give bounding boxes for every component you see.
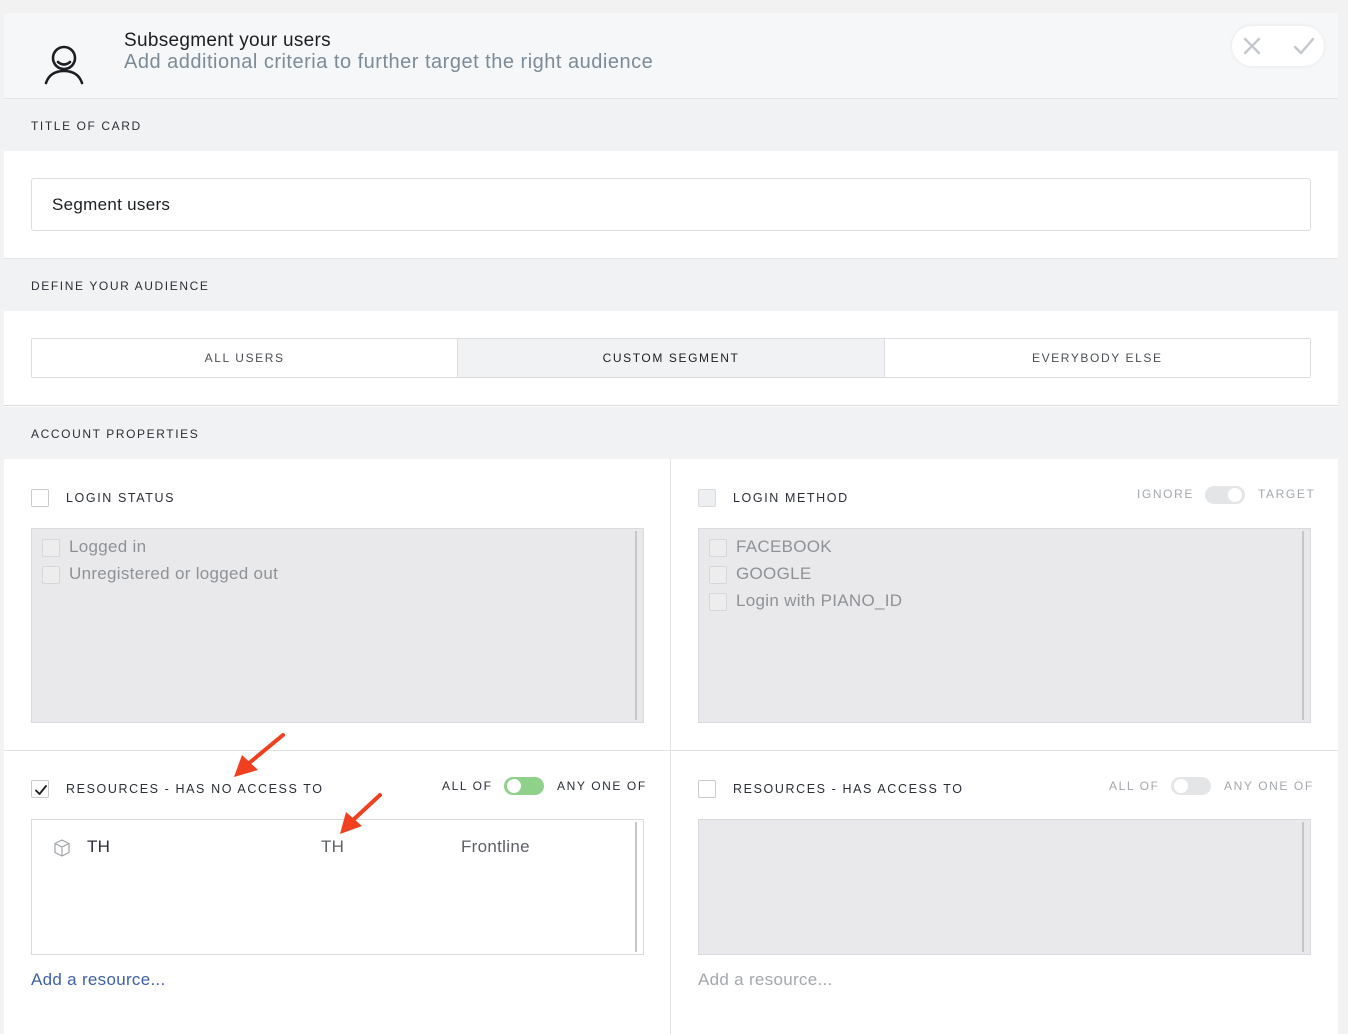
logged-in-checkbox[interactable]: [42, 539, 60, 557]
resources-no-access-list: TH TH Frontline: [31, 819, 644, 955]
annotation-arrow-icon: [340, 793, 382, 834]
resources-no-access-label: RESOURCES - HAS NO ACCESS TO: [66, 782, 324, 796]
all-of-label: ALL OF: [1109, 779, 1160, 793]
facebook-checkbox[interactable]: [709, 539, 727, 557]
subsegment-card: Subsegment your users Add additional cri…: [4, 13, 1338, 1034]
piano-id-option: Login with PIANO_ID: [736, 591, 903, 610]
all-of-any-toggle[interactable]: [504, 777, 544, 795]
login-method-checkbox[interactable]: [698, 489, 716, 507]
card-header: Subsegment your users Add additional cri…: [4, 13, 1338, 99]
divider: [4, 405, 1338, 406]
section-label: DEFINE YOUR AUDIENCE: [31, 279, 210, 293]
login-method-list: FACEBOOK GOOGLE Login with PIANO_ID: [698, 528, 1311, 723]
section-title-of-card: TITLE OF CARD: [4, 99, 1338, 151]
resources-no-access-checkbox[interactable]: [31, 780, 49, 798]
login-status-list: Logged in Unregistered or logged out: [31, 528, 644, 723]
section-define-audience: DEFINE YOUR AUDIENCE: [4, 259, 1338, 311]
all-of-label: ALL OF: [442, 779, 493, 793]
unregistered-checkbox[interactable]: [42, 566, 60, 584]
google-option: GOOGLE: [736, 564, 812, 583]
column-divider: [670, 459, 671, 1034]
resources-access-checkbox[interactable]: [698, 780, 716, 798]
section-label: ACCOUNT PROPERTIES: [31, 427, 200, 441]
any-one-of-label: ANY ONE OF: [1224, 779, 1314, 793]
login-status-checkbox[interactable]: [31, 489, 49, 507]
page-subtitle: Add additional criteria to further targe…: [124, 51, 654, 73]
facebook-option: FACEBOOK: [736, 537, 832, 556]
resources-access-list: [698, 819, 1311, 955]
page-title: Subsegment your users: [124, 30, 331, 51]
checkbox-check-icon: [35, 785, 47, 795]
google-checkbox[interactable]: [709, 566, 727, 584]
add-resource-link[interactable]: Add a resource...: [698, 970, 833, 990]
section-account-properties: ACCOUNT PROPERTIES: [4, 407, 1338, 459]
resource-type: Frontline: [461, 837, 530, 856]
ignore-label: IGNORE: [1137, 487, 1194, 501]
close-icon[interactable]: [1240, 34, 1264, 58]
resources-access-label: RESOURCES - HAS ACCESS TO: [733, 782, 964, 796]
section-label: TITLE OF CARD: [31, 119, 142, 133]
all-of-any-toggle[interactable]: [1171, 777, 1211, 795]
check-icon[interactable]: [1292, 34, 1316, 58]
login-method-label: LOGIN METHOD: [733, 491, 849, 505]
scrollbar[interactable]: [635, 531, 637, 720]
resource-box-icon: [54, 839, 70, 857]
audience-everybody-else-button[interactable]: EVERYBODY ELSE: [883, 339, 1310, 377]
scrollbar[interactable]: [1302, 822, 1304, 952]
audience-all-users-button[interactable]: ALL USERS: [32, 339, 458, 377]
audience-selector: ALL USERS CUSTOM SEGMENT EVERYBODY ELSE: [31, 338, 1311, 378]
card-title-input[interactable]: [31, 178, 1311, 231]
header-actions: [1232, 26, 1324, 66]
user-segment-icon: [44, 45, 84, 85]
annotation-arrow-icon: [234, 733, 285, 777]
logged-in-option: Logged in: [69, 537, 147, 556]
resource-name: TH: [87, 837, 111, 856]
target-label: TARGET: [1258, 487, 1316, 501]
row-divider: [4, 750, 1338, 751]
add-resource-link[interactable]: Add a resource...: [31, 970, 166, 990]
scrollbar[interactable]: [635, 822, 637, 952]
ignore-target-toggle[interactable]: [1205, 486, 1245, 504]
piano-id-checkbox[interactable]: [709, 593, 727, 611]
any-one-of-label: ANY ONE OF: [557, 779, 647, 793]
unregistered-option: Unregistered or logged out: [69, 564, 279, 583]
scrollbar[interactable]: [1302, 531, 1304, 720]
audience-custom-segment-button[interactable]: CUSTOM SEGMENT: [457, 339, 884, 377]
resource-id: TH: [321, 837, 345, 856]
login-status-label: LOGIN STATUS: [66, 491, 176, 505]
